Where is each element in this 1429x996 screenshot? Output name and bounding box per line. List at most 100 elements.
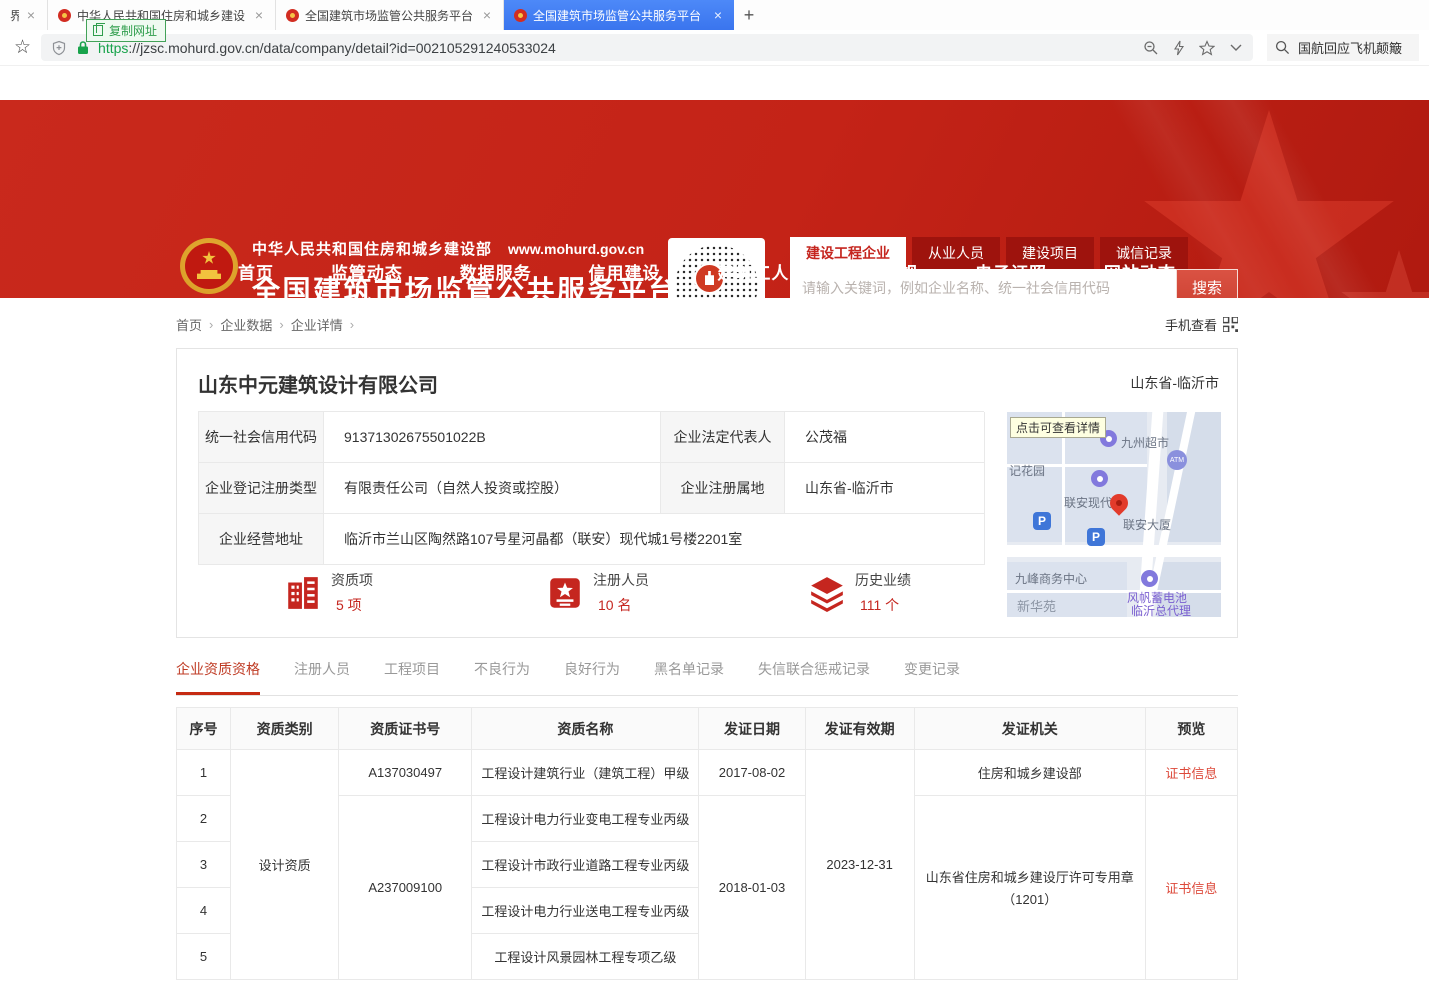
bookmark-star-icon[interactable]: ☆ — [14, 36, 31, 59]
row-index: 3 — [177, 842, 231, 888]
location-map[interactable]: 点击可查看详情 九州超市 ATM 记花园 联安现代城 联安大厦 P P 九峰商务… — [1007, 412, 1221, 617]
certificate-info-link[interactable]: 证书信息 — [1165, 766, 1217, 781]
stat-label: 资质项 — [331, 570, 373, 590]
company-stats: 资质项 5 项 注册人员 10 名 — [198, 570, 984, 615]
tab-change-records[interactable]: 变更记录 — [904, 659, 960, 695]
quick-search-box[interactable]: 国航回应飞机颠簸 — [1267, 34, 1419, 61]
info-label: 企业法定代表人 — [661, 412, 785, 463]
registration-region-value: 山东省-临沂市 — [785, 463, 985, 514]
tab-title: 全国建筑市场监管公共服务平台 — [533, 7, 706, 24]
mobile-view-link[interactable]: 手机查看 — [1165, 315, 1238, 334]
url-rest: ://jzsc.mohurd.gov.cn/data/company/detai… — [128, 40, 555, 56]
nav-site-news[interactable]: 网站动态 — [1104, 259, 1176, 284]
nav-home[interactable]: 首页 — [238, 259, 274, 284]
authority-line2: （1201） — [915, 889, 1145, 908]
map-label-battery-2: 临沂总代理 — [1131, 602, 1191, 617]
company-summary-card: 山东中元建筑设计有限公司 山东省-临沂市 统一社会信用代码 9137130267… — [176, 348, 1238, 638]
stat-label: 注册人员 — [593, 570, 649, 590]
breadcrumb-separator: › — [350, 317, 354, 332]
legal-person-value: 公茂福 — [785, 412, 985, 463]
tab-close-icon[interactable]: × — [481, 8, 493, 22]
browser-tab-partial[interactable]: 界 × — [0, 0, 48, 30]
qualification-name: 工程设计电力行业变电工程专业丙级 — [472, 796, 699, 842]
nav-supervision[interactable]: 监管动态 — [331, 259, 403, 284]
nav-policy[interactable]: 政策法规 — [846, 259, 918, 284]
url-bar[interactable]: https://jzsc.mohurd.gov.cn/data/company/… — [41, 34, 1253, 61]
col-header: 资质名称 — [472, 708, 699, 750]
main-navigation: 首页 监管动态 数据服务 信用建设 建筑工人 政策法规 电子证照 网站动态 — [176, 245, 1238, 298]
stat-historical-performance[interactable]: 历史业绩 111 个 — [722, 570, 984, 615]
qr-code-mini-icon — [1223, 317, 1238, 332]
browser-tab-strip: 界 × 中华人民共和国住房和城乡建设 × 全国建筑市场监管公共服务平台 × 全国… — [0, 0, 1429, 30]
nav-workers[interactable]: 建筑工人 — [717, 259, 789, 284]
lightning-icon[interactable] — [1173, 40, 1185, 56]
browser-tab-active[interactable]: 全国建筑市场监管公共服务平台 × — [504, 0, 734, 30]
certificate-number: A137030497 — [339, 750, 472, 796]
site-header: 中华人民共和国住房和城乡建设部www.mohurd.gov.cn 全国建筑市场监… — [0, 100, 1429, 298]
stat-value: 111 个 — [855, 595, 911, 615]
nav-credit[interactable]: 信用建设 — [589, 259, 661, 284]
credit-code-value: 91371302675501022B — [324, 412, 661, 463]
table-header-row: 序号 资质类别 资质证书号 资质名称 发证日期 发证有效期 发证机关 预览 — [177, 708, 1238, 750]
tab-qualifications[interactable]: 企业资质资格 — [176, 659, 260, 695]
hot-search-text[interactable]: 国航回应飞机颠簸 — [1298, 38, 1402, 57]
stat-qualifications[interactable]: 资质项 5 项 — [198, 570, 460, 615]
favorite-star-icon[interactable] — [1199, 40, 1215, 56]
stat-label: 历史业绩 — [855, 570, 911, 590]
tab-registered-personnel[interactable]: 注册人员 — [294, 659, 350, 695]
tab-good-behavior[interactable]: 良好行为 — [564, 659, 620, 695]
col-header: 发证有效期 — [805, 708, 914, 750]
screen: 界 × 中华人民共和国住房和城乡建设 × 全国建筑市场监管公共服务平台 × 全国… — [0, 0, 1429, 996]
stat-registered-personnel[interactable]: 注册人员 10 名 — [460, 570, 722, 615]
tab-title: 全国建筑市场监管公共服务平台 — [305, 7, 475, 24]
authority-line1: 山东省住房和城乡建设厅许可专用章 — [915, 867, 1145, 886]
tab-close-icon[interactable]: × — [712, 8, 724, 22]
zoom-out-icon[interactable] — [1143, 40, 1159, 56]
breadcrumb-company-detail[interactable]: 企业详情 — [291, 315, 343, 334]
parking-icon: P — [1087, 528, 1105, 546]
nav-data-service[interactable]: 数据服务 — [460, 259, 532, 284]
url-text[interactable]: https://jzsc.mohurd.gov.cn/data/company/… — [98, 40, 1131, 56]
map-label-garden: 记花园 — [1009, 462, 1045, 479]
shield-plus-icon[interactable] — [51, 40, 67, 56]
qualification-name: 工程设计建筑行业（建筑工程）甲级 — [472, 750, 699, 796]
new-tab-button[interactable]: + — [734, 0, 764, 30]
chevron-down-icon[interactable] — [1229, 43, 1243, 52]
page-content: 首页 › 企业数据 › 企业详情 › 手机查看 山东中元建筑设计有限公司 山东省… — [176, 298, 1238, 980]
tab-blacklist[interactable]: 黑名单记录 — [654, 659, 724, 695]
issuing-authority: 山东省住房和城乡建设厅许可专用章 （1201） — [914, 796, 1145, 980]
certificate-book-icon — [546, 574, 584, 612]
breadcrumb-company-data[interactable]: 企业数据 — [220, 315, 272, 334]
breadcrumb-separator: › — [209, 317, 213, 332]
tab-dishonesty-records[interactable]: 失信联合惩戒记录 — [758, 659, 870, 695]
table-row: 1 设计资质 A137030497 工程设计建筑行业（建筑工程）甲级 2017-… — [177, 750, 1238, 796]
secure-lock-icon — [76, 40, 90, 55]
browser-tab-jzsc[interactable]: 全国建筑市场监管公共服务平台 × — [276, 0, 504, 30]
breadcrumb: 首页 › 企业数据 › 企业详情 › 手机查看 — [176, 298, 1238, 348]
row-index: 4 — [177, 888, 231, 934]
col-header: 资质类别 — [231, 708, 339, 750]
company-region: 山东省-临沂市 — [1130, 373, 1219, 393]
copy-url-tooltip: 复制网址 — [86, 19, 166, 42]
tab-bad-behavior[interactable]: 不良行为 — [474, 659, 530, 695]
col-header: 发证日期 — [699, 708, 805, 750]
qualification-table: 序号 资质类别 资质证书号 资质名称 发证日期 发证有效期 发证机关 预览 1 … — [176, 707, 1238, 980]
tab-projects[interactable]: 工程项目 — [384, 659, 440, 695]
info-label: 企业注册属地 — [661, 463, 785, 514]
detail-tabs: 企业资质资格 注册人员 工程项目 不良行为 良好行为 黑名单记录 失信联合惩戒记… — [176, 659, 1238, 696]
qualification-name: 工程设计风景园林工程专项乙级 — [472, 934, 699, 980]
company-name: 山东中元建筑设计有限公司 — [177, 349, 1237, 398]
business-address-value: 临沂市兰山区陶然路107号星河晶都（联安）现代城1号楼2201室 — [324, 514, 985, 565]
certificate-info-link[interactable]: 证书信息 — [1165, 881, 1217, 896]
map-label-lianan-tower: 联安大厦 — [1123, 516, 1171, 533]
issue-date: 2018-01-03 — [699, 796, 805, 980]
tab-close-icon[interactable]: × — [25, 8, 37, 22]
row-index: 2 — [177, 796, 231, 842]
nav-e-license[interactable]: 电子证照 — [975, 259, 1047, 284]
qualification-name: 工程设计电力行业送电工程专业丙级 — [472, 888, 699, 934]
atm-icon: ATM — [1167, 450, 1187, 470]
breadcrumb-home[interactable]: 首页 — [176, 315, 202, 334]
info-label: 统一社会信用代码 — [199, 412, 324, 463]
tab-close-icon[interactable]: × — [253, 8, 265, 22]
mobile-view-label: 手机查看 — [1165, 315, 1217, 334]
